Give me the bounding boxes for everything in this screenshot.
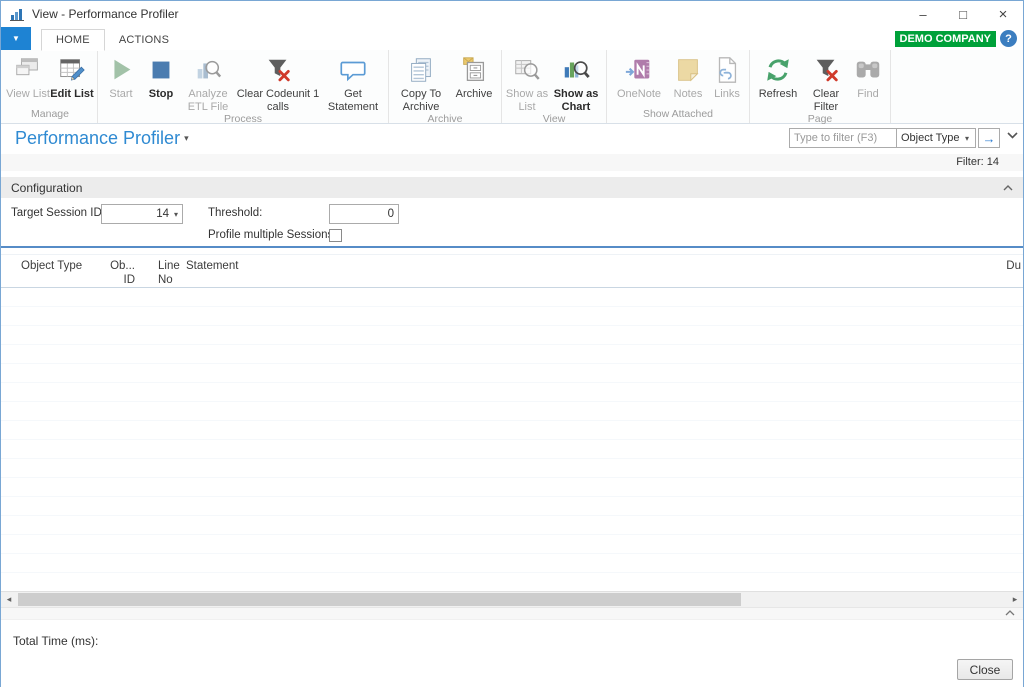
profile-multiple-sessions-label: Profile multiple Sessions: (208, 229, 336, 241)
apply-filter-button[interactable]: → (978, 128, 1000, 148)
start-button[interactable]: Start (101, 50, 141, 101)
scroll-right-icon[interactable]: ▸ (1007, 592, 1023, 607)
target-session-id-select[interactable]: 14 ▾ (101, 204, 183, 224)
show-as-chart-button[interactable]: Show as Chart (549, 50, 603, 113)
view-list-button[interactable]: View List (6, 50, 50, 101)
archive-button[interactable]: Archive (450, 50, 498, 101)
edit-list-icon (57, 54, 87, 86)
title-bar: View - Performance Profiler – □ × (1, 1, 1023, 27)
column-header-duration[interactable]: Du (1006, 259, 1021, 273)
find-button[interactable]: Find (849, 50, 887, 101)
analyze-etl-file-button[interactable]: Analyze ETL File (181, 50, 235, 113)
notes-button[interactable]: Notes (668, 50, 708, 101)
scroll-left-icon[interactable]: ◂ (1, 592, 17, 607)
tab-actions[interactable]: ACTIONS (105, 30, 183, 50)
configuration-section-body: Target Session ID: 14 ▾ Threshold: Profi… (1, 198, 1023, 248)
page-title-caret-icon[interactable]: ▾ (184, 133, 189, 143)
copy-documents-icon (406, 54, 436, 86)
page-header: Performance Profiler▾ Object Type▾ → (1, 124, 1023, 154)
expand-filter-pane-chevron-icon[interactable] (1007, 132, 1018, 139)
threshold-label: Threshold: (208, 207, 262, 219)
filter-summary: Filter: 14 (1, 154, 1023, 171)
onenote-button[interactable]: OneNote (610, 50, 668, 101)
results-table-header: Object Type Ob... ID Line No Statement D… (1, 254, 1023, 288)
analyze-etl-file-icon (193, 54, 223, 86)
edit-list-button[interactable]: Edit List (50, 50, 94, 101)
show-as-chart-icon (561, 54, 591, 86)
column-header-statement[interactable]: Statement (186, 259, 238, 273)
footer: Total Time (ms): Close (1, 619, 1023, 687)
links-button[interactable]: Links (708, 50, 746, 101)
ribbon: View List Edit List Manage (1, 50, 1023, 124)
profile-multiple-sessions-checkbox[interactable] (329, 229, 342, 242)
performance-profiler-window: View - Performance Profiler – □ × ▼ HOME… (0, 0, 1024, 687)
maximize-button[interactable]: □ (943, 1, 983, 27)
sticky-note-icon (673, 54, 703, 86)
refresh-button[interactable]: Refresh (753, 50, 803, 101)
results-grid[interactable] (1, 288, 1023, 591)
ribbon-group-manage: View List Edit List Manage (3, 50, 98, 123)
ribbon-group-show-attached: OneNote Notes (607, 50, 750, 123)
app-menu-button[interactable]: ▼ (1, 27, 31, 50)
clear-codeunit-1-calls-button[interactable]: Clear Codeunit 1 calls (235, 50, 321, 113)
group-label-manage: Manage (6, 108, 94, 123)
stop-button[interactable]: Stop (141, 50, 181, 101)
column-header-line-no[interactable]: Line No (158, 259, 180, 288)
ribbon-group-archive: Copy To Archive Archive (389, 50, 502, 123)
show-as-list-icon (512, 54, 542, 86)
ribbon-group-view: Show as List Show as Chart (502, 50, 607, 123)
view-list-icon (13, 54, 43, 86)
show-as-list-button[interactable]: Show as List (505, 50, 549, 113)
configuration-section-header[interactable]: Configuration (1, 177, 1023, 198)
total-time-label: Total Time (ms): (13, 634, 98, 648)
tab-home[interactable]: HOME (41, 29, 105, 51)
filter-column-select[interactable]: Object Type▾ (897, 128, 976, 148)
window-title: View - Performance Profiler (32, 7, 179, 21)
page-title: Performance Profiler▾ (15, 128, 189, 149)
minimize-button[interactable]: – (903, 1, 943, 27)
group-label-show-attached: Show Attached (610, 108, 746, 123)
column-header-object-id[interactable]: Ob... ID (94, 259, 135, 288)
target-session-id-label: Target Session ID: (11, 207, 105, 219)
chevron-down-icon: ▾ (174, 210, 178, 219)
horizontal-scrollbar[interactable]: ◂ ▸ (1, 591, 1023, 607)
onenote-icon (624, 54, 654, 86)
close-window-button[interactable]: × (983, 1, 1023, 27)
configuration-section-title: Configuration (11, 181, 82, 195)
help-icon[interactable]: ? (1000, 30, 1017, 47)
binoculars-icon (853, 54, 883, 86)
ribbon-group-page: Refresh Clear Filter (750, 50, 891, 123)
stop-icon (146, 54, 176, 86)
clear-filter-icon (811, 54, 841, 86)
get-statement-button[interactable]: Get Statement (321, 50, 385, 113)
close-button[interactable]: Close (957, 659, 1013, 680)
company-badge: DEMO COMPANY (895, 31, 996, 47)
clear-filter-funnel-icon (263, 54, 293, 86)
file-cabinet-icon (459, 54, 489, 86)
ribbon-tab-row: ▼ HOME ACTIONS DEMO COMPANY ? (1, 27, 1023, 50)
collapse-configuration-chevron-icon[interactable] (1003, 185, 1013, 191)
refresh-icon (763, 54, 793, 86)
start-icon (106, 54, 136, 86)
clear-filter-button[interactable]: Clear Filter (803, 50, 849, 113)
threshold-field[interactable] (329, 204, 399, 224)
filter-input[interactable] (789, 128, 897, 148)
ribbon-group-process: Start Stop (98, 50, 389, 123)
speech-bubble-icon (338, 54, 368, 86)
factbox-collapse-strip (1, 607, 1023, 619)
bar-chart-app-icon (9, 6, 25, 22)
collapse-totals-chevron-icon[interactable] (1005, 610, 1015, 616)
chevron-down-icon: ▾ (965, 134, 971, 143)
copy-to-archive-button[interactable]: Copy To Archive (392, 50, 450, 113)
links-icon (712, 54, 742, 86)
column-header-object-type[interactable]: Object Type (21, 259, 82, 273)
scrollbar-thumb[interactable] (18, 593, 741, 606)
